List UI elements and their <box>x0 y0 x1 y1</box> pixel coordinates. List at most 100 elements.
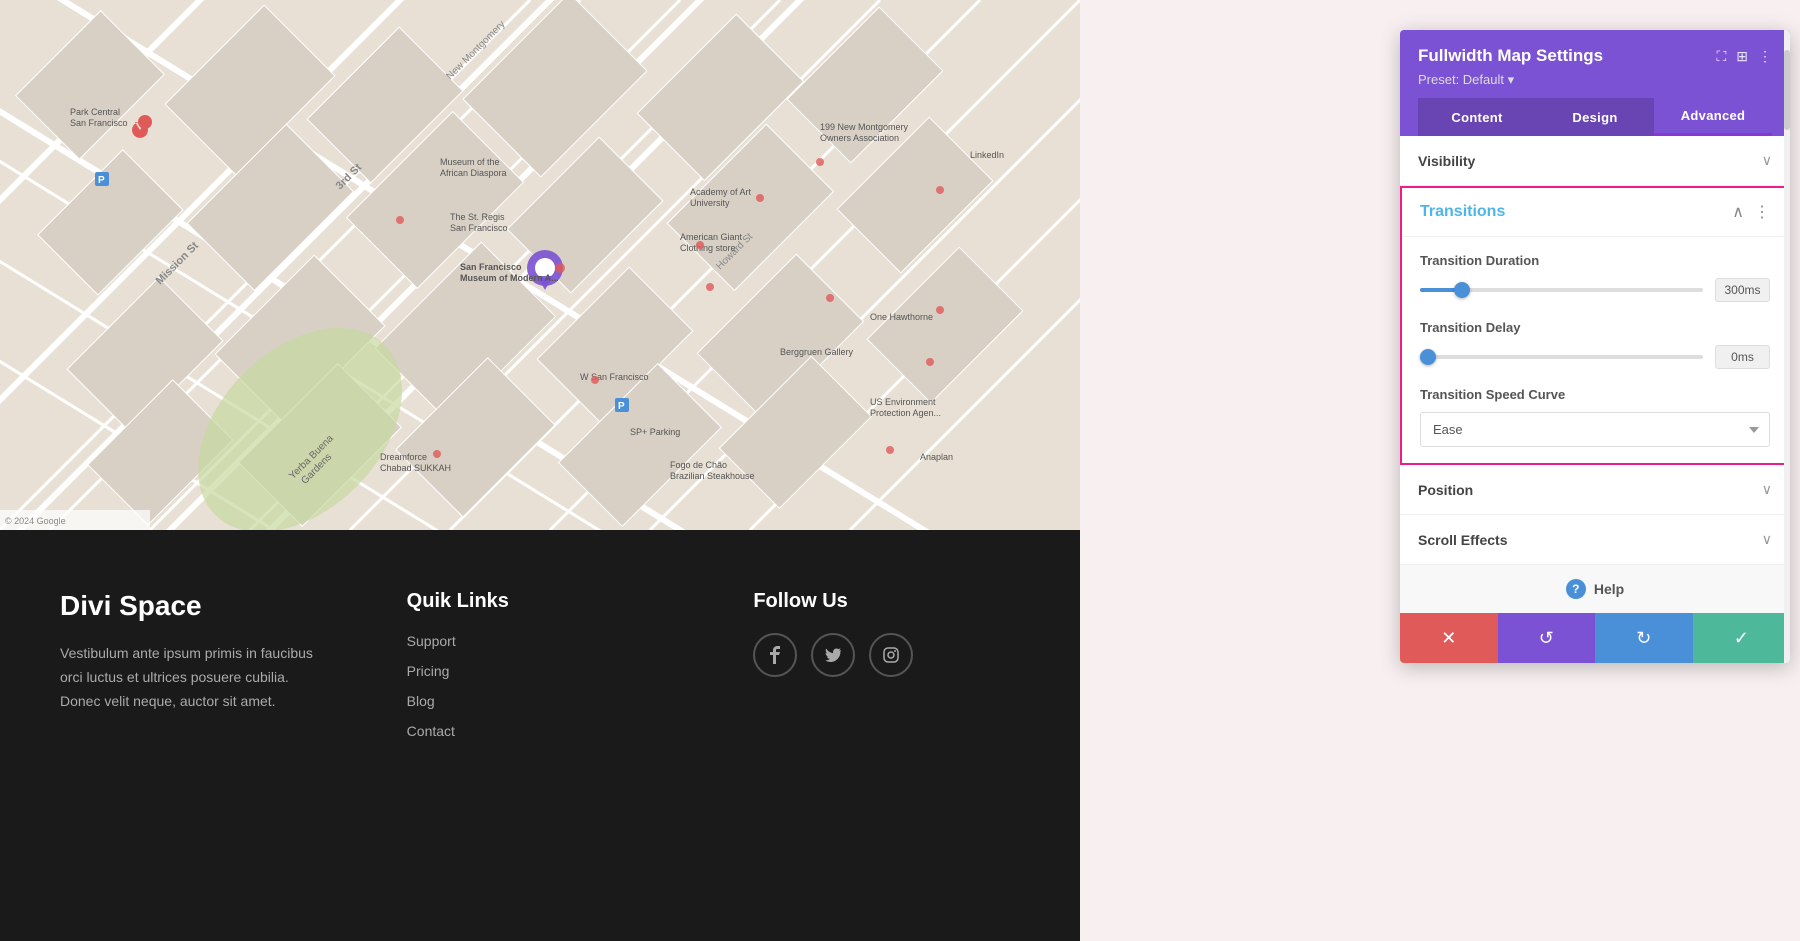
visibility-title: Visibility <box>1418 153 1475 169</box>
svg-text:US Environment: US Environment <box>870 397 936 407</box>
transitions-collapse-icon[interactable]: ∧ <box>1732 202 1744 222</box>
svg-text:Owners Association: Owners Association <box>820 133 899 143</box>
svg-text:Berggruen Gallery: Berggruen Gallery <box>780 347 854 357</box>
tab-content[interactable]: Content <box>1418 98 1536 136</box>
svg-text:199 New Montgomery: 199 New Montgomery <box>820 122 909 132</box>
transition-speed-curve-label: Transition Speed Curve <box>1420 387 1770 402</box>
svg-text:SP+ Parking: SP+ Parking <box>630 427 680 437</box>
save-button[interactable]: ✓ <box>1693 613 1791 663</box>
list-item[interactable]: Blog <box>407 693 674 711</box>
svg-text:Chabad SUKKAH: Chabad SUKKAH <box>380 463 451 473</box>
svg-text:San Francisco: San Francisco <box>460 262 522 272</box>
svg-text:Dreamforce: Dreamforce <box>380 452 427 462</box>
svg-text:Park Central: Park Central <box>70 107 120 117</box>
transitions-header: Transitions ∧ ⋮ <box>1402 188 1788 237</box>
panel-header-icons: ⛶ ⊞ ⋮ <box>1716 48 1772 65</box>
quick-links-list: Support Pricing Blog Contact <box>407 633 674 741</box>
redo-button[interactable]: ↻ <box>1595 613 1693 663</box>
svg-text:Clothing store: Clothing store <box>680 243 736 253</box>
svg-text:Fogo de Chão: Fogo de Chão <box>670 460 727 470</box>
svg-text:Brazilian Steakhouse: Brazilian Steakhouse <box>670 471 755 481</box>
pricing-link[interactable]: Pricing <box>407 663 450 679</box>
svg-text:W San Francisco: W San Francisco <box>580 372 649 382</box>
transition-duration-label: Transition Duration <box>1420 253 1770 268</box>
scroll-effects-chevron-icon: ∨ <box>1762 531 1772 548</box>
twitter-button[interactable] <box>811 633 855 677</box>
visibility-section[interactable]: Visibility ∨ <box>1400 136 1790 186</box>
transition-delay-value[interactable]: 0ms <box>1715 345 1770 369</box>
footer-social-col: Follow Us <box>753 590 1020 901</box>
svg-text:P: P <box>98 175 105 186</box>
visibility-chevron-icon: ∨ <box>1762 152 1772 169</box>
transition-delay-track[interactable] <box>1420 355 1703 359</box>
svg-text:African Diaspora: African Diaspora <box>440 168 507 178</box>
panel-body: Visibility ∨ Transitions ∧ ⋮ Transition … <box>1400 136 1790 663</box>
transition-speed-curve-select[interactable]: Ease Linear Ease In Ease Out Ease In Out <box>1420 412 1770 447</box>
help-label: Help <box>1594 581 1624 597</box>
list-item[interactable]: Pricing <box>407 663 674 681</box>
svg-text:© 2024 Google: © 2024 Google <box>5 516 66 526</box>
scroll-effects-section[interactable]: Scroll Effects ∨ <box>1400 515 1790 565</box>
transitions-more-icon[interactable]: ⋮ <box>1754 202 1770 222</box>
settings-panel: Fullwidth Map Settings ⛶ ⊞ ⋮ Preset: Def… <box>1400 30 1790 663</box>
svg-text:Academy of Art: Academy of Art <box>690 187 752 197</box>
tab-design[interactable]: Design <box>1536 98 1654 136</box>
position-title: Position <box>1418 482 1473 498</box>
support-link[interactable]: Support <box>407 633 456 649</box>
svg-text:Anaplan: Anaplan <box>920 452 953 462</box>
transition-duration-value[interactable]: 300ms <box>1715 278 1770 302</box>
list-item[interactable]: Contact <box>407 723 674 741</box>
facebook-button[interactable] <box>753 633 797 677</box>
help-row[interactable]: ? Help <box>1400 565 1790 613</box>
panel-scrollbar-thumb[interactable] <box>1784 50 1790 130</box>
tab-advanced[interactable]: Advanced <box>1654 98 1772 136</box>
social-links <box>753 633 1020 677</box>
svg-text:University: University <box>690 198 730 208</box>
svg-text:San Francisco: San Francisco <box>450 223 508 233</box>
svg-text:The St. Regis: The St. Regis <box>450 212 505 222</box>
svg-text:San Francisco: San Francisco <box>70 118 128 128</box>
svg-text:One Hawthorne: One Hawthorne <box>870 312 933 322</box>
contact-link[interactable]: Contact <box>407 723 455 739</box>
cancel-button[interactable]: ✕ <box>1400 613 1498 663</box>
transitions-title: Transitions <box>1420 203 1505 221</box>
svg-text:American Giant: American Giant <box>680 232 743 242</box>
footer-brand-col: Divi Space Vestibulum ante ipsum primis … <box>60 590 327 901</box>
footer-links-col: Quik Links Support Pricing Blog Contact <box>407 590 674 901</box>
panel-title: Fullwidth Map Settings <box>1418 46 1603 66</box>
panel-header-top: Fullwidth Map Settings ⛶ ⊞ ⋮ <box>1418 46 1772 66</box>
preset-selector[interactable]: Preset: Default ▾ <box>1418 72 1772 88</box>
panel-header: Fullwidth Map Settings ⛶ ⊞ ⋮ Preset: Def… <box>1400 30 1790 136</box>
transition-delay-thumb[interactable] <box>1420 349 1436 365</box>
svg-text:Museum of Modern A...: Museum of Modern A... <box>460 273 559 283</box>
grid-icon[interactable]: ⊞ <box>1736 48 1748 65</box>
blog-link[interactable]: Blog <box>407 693 435 709</box>
map-container: Yerba Buena Gardens Mission St 3rd St Ho… <box>0 0 1080 530</box>
transition-duration-track[interactable] <box>1420 288 1703 292</box>
transition-duration-slider-row: 300ms <box>1420 278 1770 302</box>
position-section[interactable]: Position ∨ <box>1400 465 1790 515</box>
fullscreen-icon[interactable]: ⛶ <box>1716 48 1726 65</box>
transitions-body: Transition Duration 300ms Transition Del… <box>1402 237 1788 463</box>
transition-duration-thumb[interactable] <box>1454 282 1470 298</box>
follow-us-title: Follow Us <box>753 590 1020 613</box>
footer: Divi Space Vestibulum ante ipsum primis … <box>0 530 1080 941</box>
brand-title: Divi Space <box>60 590 327 622</box>
svg-text:LinkedIn: LinkedIn <box>970 150 1004 160</box>
list-item[interactable]: Support <box>407 633 674 651</box>
svg-text:P: P <box>618 401 625 412</box>
transitions-section: Transitions ∧ ⋮ Transition Duration 300m… <box>1400 186 1790 465</box>
brand-description: Vestibulum ante ipsum primis in faucibus… <box>60 642 327 713</box>
transition-delay-slider-row: 0ms <box>1420 345 1770 369</box>
undo-button[interactable]: ↺ <box>1498 613 1596 663</box>
more-options-icon[interactable]: ⋮ <box>1758 48 1772 65</box>
transition-delay-label: Transition Delay <box>1420 320 1770 335</box>
instagram-button[interactable] <box>869 633 913 677</box>
svg-text:Protection Agen...: Protection Agen... <box>870 408 941 418</box>
transition-speed-curve-container: Ease Linear Ease In Ease Out Ease In Out <box>1420 412 1770 447</box>
panel-scrollbar[interactable] <box>1784 30 1790 663</box>
quick-links-title: Quik Links <box>407 590 674 613</box>
panel-tabs: Content Design Advanced <box>1418 98 1772 136</box>
scroll-effects-title: Scroll Effects <box>1418 532 1507 548</box>
transitions-header-icons: ∧ ⋮ <box>1732 202 1770 222</box>
